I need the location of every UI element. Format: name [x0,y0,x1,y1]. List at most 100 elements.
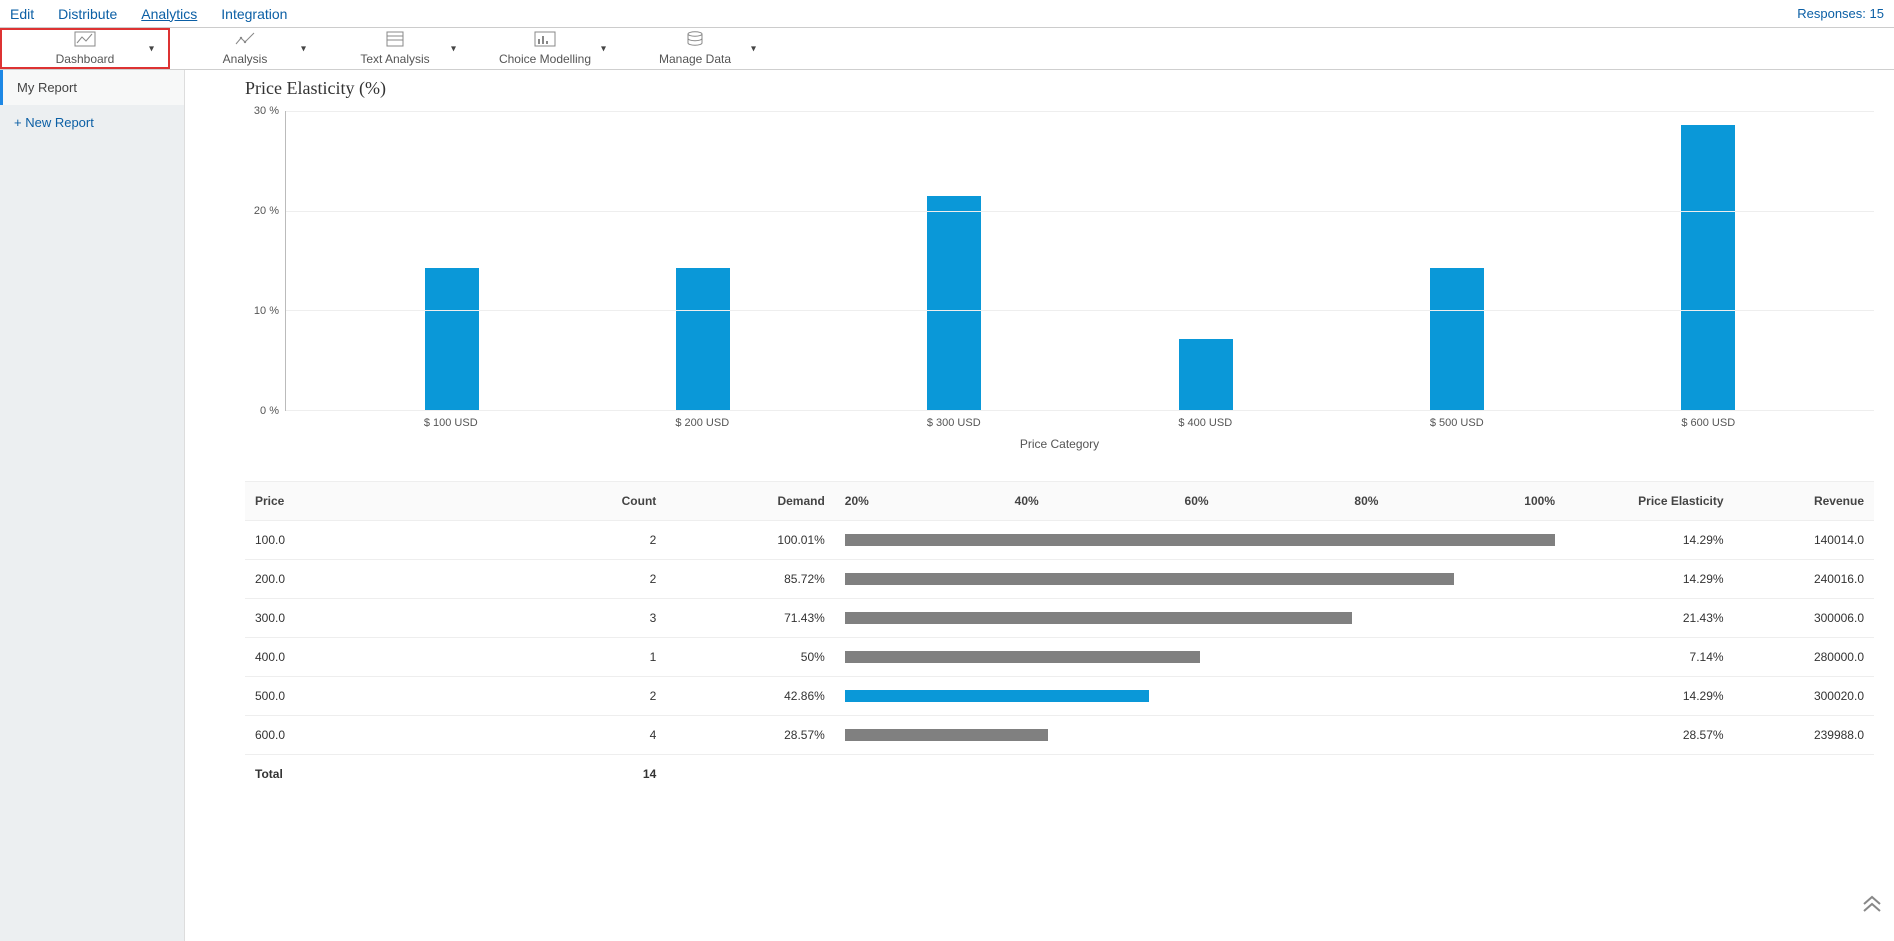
cell-price: 200.0 [245,560,498,599]
cell-demand: 100.01% [666,521,835,560]
th-pct-axis: 20%40%60%80%100% [835,482,1565,521]
bar-3[interactable] [1179,339,1233,410]
cell-price: 100.0 [245,521,498,560]
th-price-elasticity[interactable]: Price Elasticity [1565,482,1734,521]
cell-pe: 14.29% [1565,677,1734,716]
bar-chart: 30 %20 %10 %0 % $ 100 USD$ 200 USD$ 300 … [245,111,1874,451]
x-tick: $ 600 USD [1583,411,1835,451]
th-demand[interactable]: Demand [666,482,835,521]
responses-value: 15 [1870,6,1884,21]
cell-bar [835,599,1565,638]
y-tick: 0 % [260,405,279,417]
cell-total-count: 14 [498,755,667,794]
cell-revenue: 240016.0 [1734,560,1874,599]
nav-distribute[interactable]: Distribute [58,2,117,26]
bar-1[interactable] [676,268,730,410]
table-row[interactable]: 400.0150%7.14%280000.0 [245,638,1874,677]
table-row[interactable]: 100.02100.01% 14.29%140014.0 [245,521,1874,560]
cell-bar [835,560,1565,599]
table-row[interactable]: 600.0428.57%28.57%239988.0 [245,716,1874,755]
cell-price: 500.0 [245,677,498,716]
table-row[interactable]: 300.0371.43% 21.43%300006.0 [245,599,1874,638]
pct-axis-tick: 20% [845,494,869,508]
new-report-button[interactable]: + New Report [0,105,184,140]
cell-demand: 50% [666,638,835,677]
toolbar-text-analysis[interactable]: Text Analysis ▾ [320,28,470,69]
cell-count: 2 [498,677,667,716]
cell-pe: 14.29% [1565,521,1734,560]
cell-bar [835,521,1565,560]
sidebar: My Report + New Report [0,70,185,941]
toolbar-analysis[interactable]: Analysis▾ [170,28,320,69]
chart-title: Price Elasticity (%) [245,78,1874,99]
y-tick: 20 % [254,205,279,217]
chevron-down-icon[interactable]: ▾ [451,43,456,54]
table-row[interactable]: 500.0242.86% 14.29%300020.0 [245,677,1874,716]
cell-count: 4 [498,716,667,755]
chevron-down-icon[interactable]: ▾ [751,43,756,54]
x-tick: $ 500 USD [1331,411,1583,451]
bar-4[interactable] [1430,268,1484,410]
cell-demand: 71.43% [666,599,835,638]
toolbar-icon [534,31,556,52]
cell-demand: 42.86% [666,677,835,716]
cell-count: 3 [498,599,667,638]
nav-analytics[interactable]: Analytics [141,2,197,26]
toolbar-choice-modelling[interactable]: Choice Modelling ▾ [470,28,620,69]
responses-count: Responses: 15 [1797,6,1884,21]
th-price[interactable]: Price [245,482,498,521]
cell-pe: 21.43% [1565,599,1734,638]
cell-revenue: 300020.0 [1734,677,1874,716]
cell-bar [835,716,1565,755]
nav-edit[interactable]: Edit [10,2,34,26]
toolbar-label: Text Analysis [360,52,429,66]
cell-bar [835,638,1565,677]
nav-integration[interactable]: Integration [221,2,287,26]
bar-0[interactable] [425,268,479,410]
chevron-down-icon[interactable]: ▾ [601,43,606,54]
cell-count: 1 [498,638,667,677]
bar-5[interactable] [1681,125,1735,410]
chevron-down-icon[interactable]: ▾ [301,43,306,54]
x-tick: $ 100 USD [325,411,577,451]
top-nav: Edit Distribute Analytics Integration Respo… [0,0,1894,28]
cell-revenue: 239988.0 [1734,716,1874,755]
table-row[interactable]: 200.0285.72%14.29%240016.0 [245,560,1874,599]
toolbar-icon [386,31,404,52]
th-count[interactable]: Count [498,482,667,521]
y-tick: 10 % [254,305,279,317]
table-header-row: Price Count Demand 20%40%60%80%100% Pric… [245,482,1874,521]
toolbar-icon [74,31,96,52]
y-tick: 30 % [254,105,279,117]
toolbar-label: Choice Modelling [499,52,591,66]
cell-demand: 28.57% [666,716,835,755]
th-revenue[interactable]: Revenue [1734,482,1874,521]
sidebar-item-my-report[interactable]: My Report [0,70,184,105]
cell-revenue: 140014.0 [1734,521,1874,560]
x-axis-label: Price Category [1020,437,1099,451]
pct-axis-tick: 60% [1185,494,1209,508]
bar-2[interactable] [927,196,981,410]
cell-pe: 28.57% [1565,716,1734,755]
responses-label: Responses: [1797,6,1866,21]
toolbar-label: Dashboard [56,52,115,66]
toolbar-dashboard[interactable]: Dashboard ▾ [0,28,170,69]
cell-price: 600.0 [245,716,498,755]
chevron-down-icon[interactable]: ▾ [149,43,154,54]
x-tick: $ 400 USD [1080,411,1332,451]
cell-count: 2 [498,521,667,560]
pct-axis-tick: 100% [1524,494,1555,508]
cell-count: 2 [498,560,667,599]
table-total-row: Total14 [245,755,1874,794]
toolbar-label: Manage Data [659,52,731,66]
toolbar-icon [234,31,256,52]
cell-pe: 7.14% [1565,638,1734,677]
toolbar-manage-data[interactable]: Manage Data ▾ [620,28,770,69]
scroll-top-icon[interactable] [1862,894,1882,917]
cell-demand: 85.72% [666,560,835,599]
cell-revenue: 300006.0 [1734,599,1874,638]
cell-revenue: 280000.0 [1734,638,1874,677]
cell-price: 300.0 [245,599,498,638]
x-tick: $ 200 USD [577,411,829,451]
cell-bar [835,677,1565,716]
